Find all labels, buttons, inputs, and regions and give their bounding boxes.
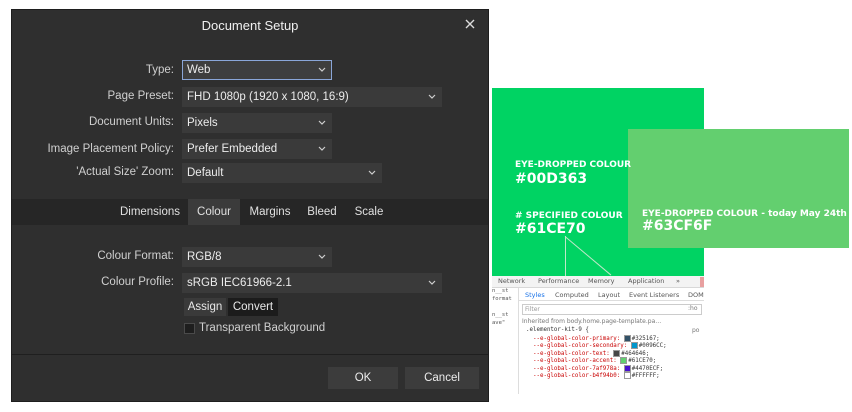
devtools-subtab-computed[interactable]: Computed bbox=[555, 291, 589, 299]
footer-divider bbox=[12, 354, 488, 355]
transparent-background-checkbox[interactable] bbox=[184, 323, 195, 334]
actual-size-zoom-value: Default bbox=[187, 167, 224, 179]
image-placement-dropdown[interactable]: Prefer Embedded bbox=[182, 139, 332, 159]
devtools-source-link[interactable]: po bbox=[692, 327, 699, 334]
css-selector: .elementor-kit-9 { bbox=[526, 327, 589, 333]
guide-line bbox=[565, 236, 566, 276]
css-prop: --e-global-color-b4f94b0: bbox=[532, 373, 621, 379]
colour-format-label: Colour Format: bbox=[97, 250, 174, 262]
devtools-dom-tree: n__st format n__st ave" bbox=[492, 288, 519, 394]
devtools-panel: Network Performance Memory Application »… bbox=[492, 276, 704, 394]
devtools-tab-performance[interactable]: Performance bbox=[538, 277, 579, 285]
colour-profile-dropdown[interactable]: sRGB IEC61966-2.1 bbox=[182, 273, 442, 293]
ok-button[interactable]: OK bbox=[328, 367, 398, 389]
document-setup-dialog: Document Setup Type: Web Page Preset: FH… bbox=[11, 9, 489, 402]
devtools-close-marker bbox=[700, 277, 704, 287]
css-prop: --e-global-color-text: bbox=[532, 350, 610, 357]
css-val: #0096CC; bbox=[638, 343, 667, 349]
chevron-down-icon bbox=[318, 120, 326, 125]
caption-eye-dropped-hex: #00D363 bbox=[515, 171, 588, 187]
chevron-down-icon bbox=[318, 146, 326, 151]
devtools-tab-memory[interactable]: Memory bbox=[588, 277, 614, 285]
page-preset-dropdown[interactable]: FHD 1080p (1920 x 1080, 16:9) bbox=[182, 87, 442, 107]
devtools-sub-tabs: Styles Computed Layout Event Listeners D… bbox=[518, 289, 704, 301]
type-dropdown[interactable]: Web bbox=[182, 60, 332, 80]
colour-profile-label: Colour Profile: bbox=[101, 276, 174, 288]
caption-specified: # SPECIFIED COLOUR bbox=[515, 211, 623, 221]
caption-eye-dropped: EYE-DROPPED COLOUR bbox=[515, 160, 632, 170]
color-swatch[interactable] bbox=[623, 334, 631, 342]
css-val: #FFFFFF; bbox=[631, 373, 660, 379]
devtools-subtab-layout[interactable]: Layout bbox=[598, 291, 620, 299]
convert-button[interactable]: Convert bbox=[228, 298, 278, 316]
chevron-down-icon bbox=[318, 254, 326, 259]
devtools-css-rule: .elementor-kit-9 { --e-global-color-prim… bbox=[526, 327, 667, 380]
tab-margins[interactable]: Margins bbox=[244, 199, 296, 225]
dialog-title: Document Setup bbox=[201, 18, 299, 33]
dom-line bbox=[492, 304, 518, 312]
devtools-subtab-event-listeners[interactable]: Event Listeners bbox=[629, 291, 679, 299]
caption-eye-dropped-today-hex: #63CF6F bbox=[642, 218, 713, 234]
color-swatch[interactable] bbox=[613, 349, 621, 357]
type-value: Web bbox=[187, 64, 211, 76]
dom-line: ave" bbox=[492, 320, 506, 326]
css-prop: --e-global-color-secondary: bbox=[532, 343, 628, 349]
chevron-down-icon bbox=[318, 67, 326, 72]
dom-line: n__st bbox=[492, 288, 509, 294]
devtools-subtab-styles[interactable]: Styles bbox=[525, 291, 545, 299]
css-val: #61CE70; bbox=[628, 358, 657, 364]
color-swatch[interactable] bbox=[623, 364, 631, 372]
type-label: Type: bbox=[145, 64, 174, 76]
chevron-down-icon bbox=[428, 280, 436, 285]
actual-size-zoom-label: 'Actual Size' Zoom: bbox=[76, 166, 174, 178]
dom-line: format bbox=[492, 296, 512, 302]
devtools-filter-input[interactable]: Filter bbox=[522, 304, 702, 315]
tab-bar: Dimensions Colour Margins Bleed Scale bbox=[12, 199, 488, 225]
css-prop: --e-global-color-7af978a: bbox=[532, 365, 621, 372]
color-swatch[interactable] bbox=[623, 372, 631, 379]
image-placement-value: Prefer Embedded bbox=[187, 143, 278, 155]
image-placement-label: Image Placement Policy: bbox=[47, 143, 174, 155]
tab-scale[interactable]: Scale bbox=[348, 199, 390, 225]
devtools-hover-toggle[interactable]: :ho bbox=[688, 305, 698, 312]
css-prop: --e-global-color-accent: bbox=[532, 358, 617, 364]
cancel-button[interactable]: Cancel bbox=[405, 367, 479, 389]
actual-size-zoom-dropdown[interactable]: Default bbox=[182, 163, 382, 183]
css-prop: --e-global-color-primary: bbox=[532, 335, 621, 342]
color-swatch[interactable] bbox=[630, 342, 638, 349]
devtools-tab-network[interactable]: Network bbox=[498, 277, 525, 285]
dom-line: n__st bbox=[492, 312, 509, 318]
color-swatch[interactable] bbox=[620, 357, 628, 364]
colour-profile-value: sRGB IEC61966-2.1 bbox=[187, 277, 292, 289]
css-val: #464646; bbox=[621, 350, 650, 357]
document-units-label: Document Units: bbox=[88, 116, 174, 128]
close-icon[interactable] bbox=[460, 14, 480, 34]
devtools-tab-application[interactable]: Application bbox=[628, 277, 664, 285]
devtools-tab-more[interactable]: » bbox=[676, 277, 680, 285]
colour-format-value: RGB/8 bbox=[187, 251, 222, 263]
transparent-background-label: Transparent Background bbox=[199, 322, 326, 334]
page-preset-value: FHD 1080p (1920 x 1080, 16:9) bbox=[187, 91, 349, 103]
css-val: #4470ECF; bbox=[631, 365, 664, 372]
document-units-dropdown[interactable]: Pixels bbox=[182, 113, 332, 133]
css-val: #325167; bbox=[631, 335, 660, 342]
assign-button[interactable]: Assign bbox=[184, 298, 226, 316]
title-bar: Document Setup bbox=[12, 10, 488, 40]
tab-colour[interactable]: Colour bbox=[188, 199, 240, 225]
tab-dimensions[interactable]: Dimensions bbox=[114, 199, 186, 225]
caption-specified-hex: #61CE70 bbox=[515, 221, 586, 237]
document-units-value: Pixels bbox=[187, 117, 218, 129]
chevron-down-icon bbox=[368, 170, 376, 175]
chevron-down-icon bbox=[428, 94, 436, 99]
tab-bleed[interactable]: Bleed bbox=[300, 199, 344, 225]
page-preset-label: Page Preset: bbox=[107, 90, 174, 102]
devtools-inherited-label: Inherited from body.home.page-template.p… bbox=[522, 318, 662, 325]
colour-format-dropdown[interactable]: RGB/8 bbox=[182, 247, 332, 267]
devtools-subtab-dom[interactable]: DOM bbox=[688, 291, 704, 299]
devtools-top-tabs: Network Performance Memory Application » bbox=[492, 276, 704, 288]
